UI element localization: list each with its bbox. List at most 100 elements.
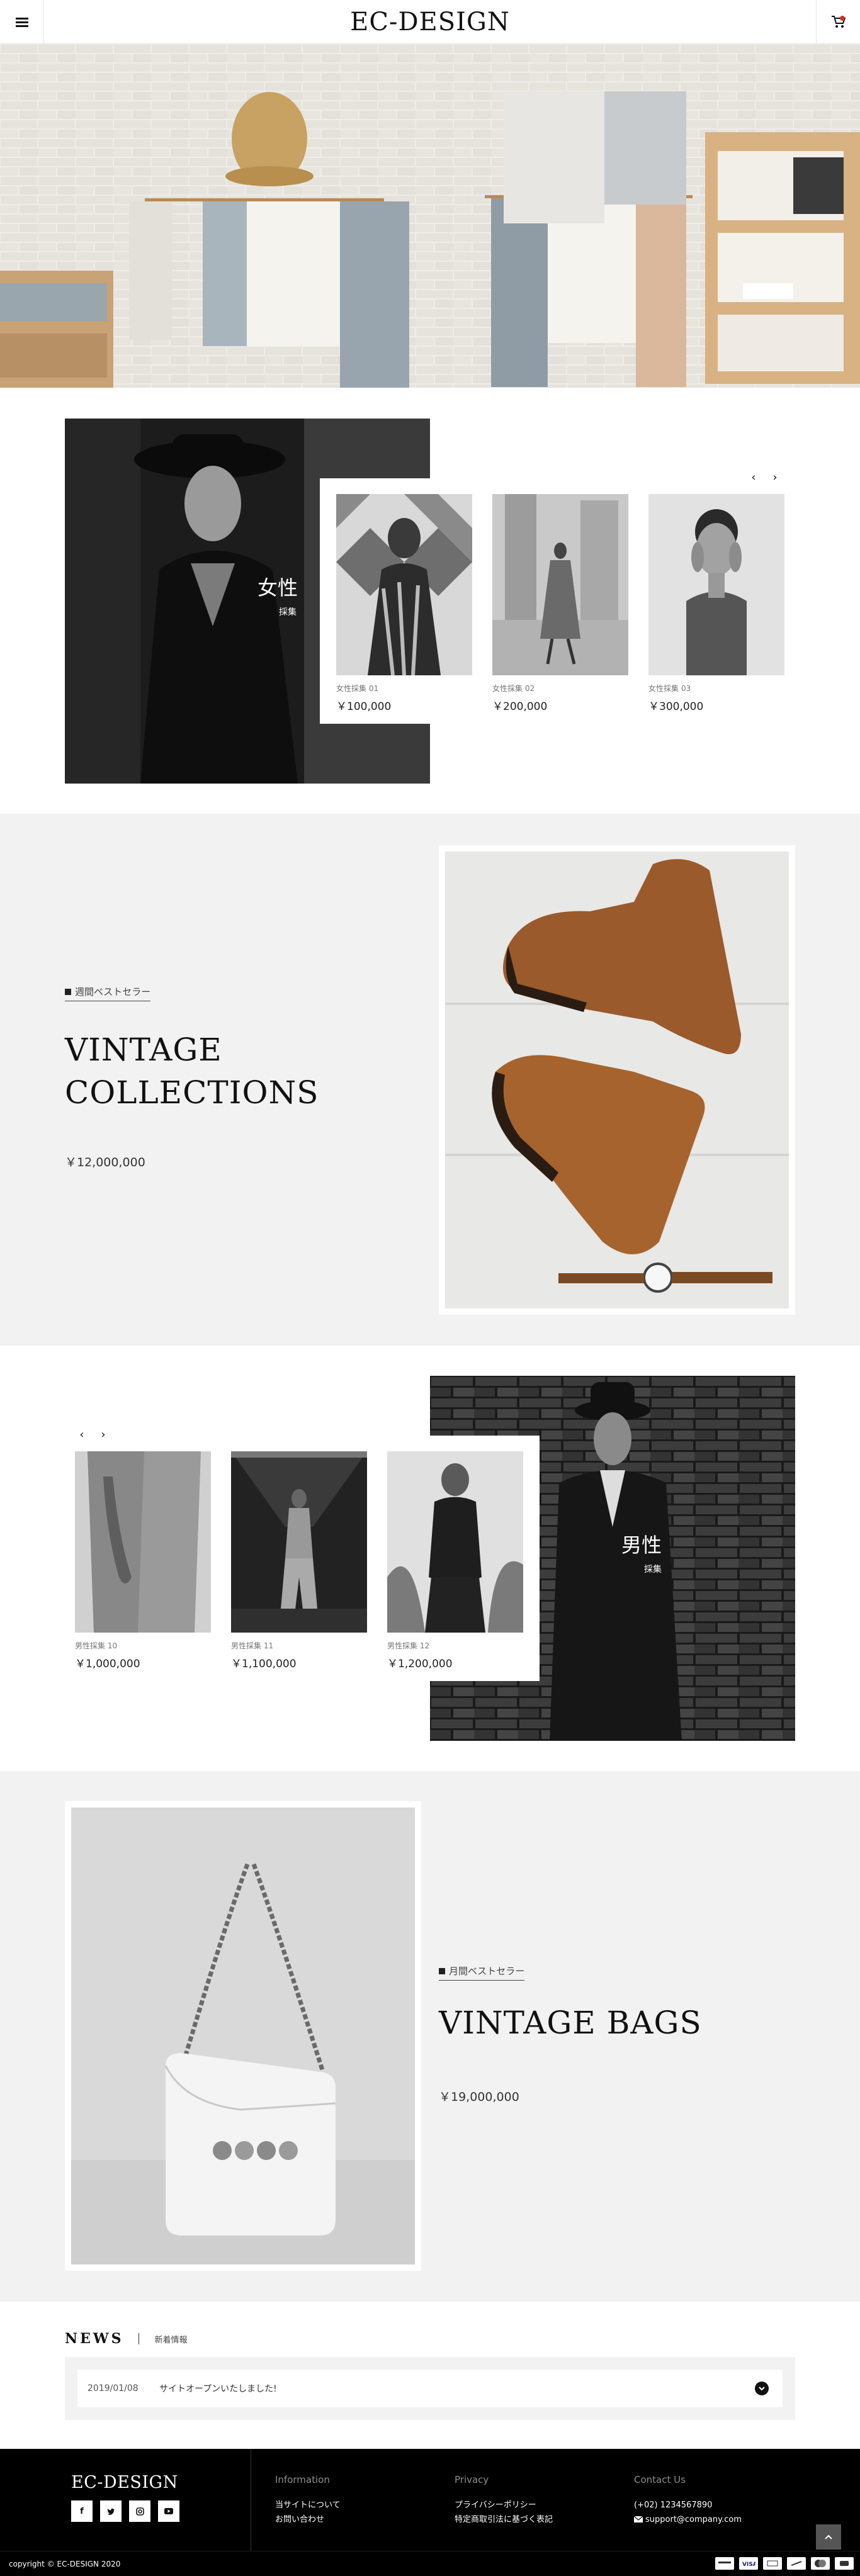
youtube-icon[interactable] bbox=[158, 2500, 179, 2522]
facebook-icon[interactable]: f bbox=[71, 2500, 93, 2522]
instagram-icon[interactable] bbox=[129, 2500, 150, 2522]
news-title: NEWS bbox=[65, 2331, 124, 2347]
card-icon bbox=[715, 2557, 734, 2570]
product-name: 女性採集 01 bbox=[336, 684, 379, 693]
feature-title-line1: VINTAGE bbox=[65, 1032, 222, 1068]
monthly-kicker: 月間ベストセラー bbox=[439, 1964, 525, 1981]
page-top-button[interactable] bbox=[816, 2524, 841, 2550]
product-card[interactable]: 女性採集 01 ￥100,000 bbox=[336, 494, 472, 713]
card-icon bbox=[835, 2557, 854, 2570]
men-category-title: 男性 bbox=[621, 1533, 662, 1557]
copyright-text: copyright © EC-DESIGN 2020 bbox=[9, 2560, 121, 2568]
next-arrow-icon[interactable]: › bbox=[98, 1428, 108, 1441]
card-icon bbox=[763, 2557, 782, 2570]
footer-privacy-heading: Privacy bbox=[455, 2474, 489, 2485]
footer-link-contact[interactable]: お問い合わせ bbox=[275, 2512, 341, 2527]
mail-icon bbox=[633, 2516, 643, 2523]
feature2-title: VINTAGE BAGS bbox=[439, 2005, 702, 2041]
square-icon bbox=[65, 989, 71, 995]
boots-image-frame[interactable] bbox=[439, 845, 795, 1315]
cart-icon bbox=[831, 16, 846, 28]
hero-image bbox=[0, 44, 860, 388]
product-image[interactable] bbox=[387, 1451, 523, 1633]
men-product-slider: ‹ › 男性採集 10 ￥1,000,000 男性採集 11 ￥1,100,00… bbox=[65, 1428, 540, 1681]
copyright-bar: copyright © EC-DESIGN 2020 VISA bbox=[0, 2551, 860, 2576]
visa-icon: VISA bbox=[739, 2557, 758, 2570]
footer-logo[interactable]: EC-DESIGN bbox=[71, 2473, 178, 2492]
footer-phone-text: (+02) 1234567890 bbox=[634, 2500, 713, 2510]
boots-image[interactable] bbox=[445, 852, 789, 1308]
next-arrow-icon[interactable]: › bbox=[770, 471, 780, 484]
product-price: ￥1,200,000 bbox=[387, 1658, 453, 1670]
square-icon bbox=[439, 1968, 445, 1974]
feature2-price: ￥19,000,000 bbox=[439, 2090, 519, 2104]
social-links: f bbox=[71, 2500, 179, 2522]
product-image[interactable] bbox=[648, 494, 784, 675]
product-image[interactable] bbox=[336, 494, 472, 675]
feature-title-line2: COLLECTIONS bbox=[65, 1074, 319, 1111]
footer-link-privacy-policy[interactable]: プライバシーポリシー bbox=[455, 2498, 553, 2512]
card-icon bbox=[787, 2557, 806, 2570]
product-name: 男性採集 11 bbox=[231, 1641, 274, 1650]
men-category-subtitle: 採集 bbox=[644, 1565, 662, 1575]
product-card[interactable]: 男性採集 12 ￥1,200,000 bbox=[387, 1451, 523, 1670]
product-name: 女性採集 03 bbox=[648, 684, 691, 693]
footer-privacy: Privacy プライバシーポリシー 特定商取引法に基づく表記 bbox=[455, 2474, 553, 2527]
news-item[interactable]: 2019/01/08 サイトオープンいたしました! bbox=[77, 2370, 783, 2407]
chevron-up-icon bbox=[825, 2534, 832, 2539]
bag-image[interactable] bbox=[71, 1808, 415, 2264]
site-logo[interactable]: EC-DESIGN bbox=[0, 8, 860, 37]
footer-email[interactable]: support@company.com bbox=[633, 2512, 742, 2527]
product-name: 男性採集 10 bbox=[75, 1641, 118, 1650]
weekly-kicker: 週間ベストセラー bbox=[65, 985, 151, 1001]
product-price: ￥1,000,000 bbox=[75, 1658, 140, 1670]
footer-contact: Contact Us (+02) 1234567890 support@comp… bbox=[633, 2474, 742, 2527]
product-name: 女性採集 02 bbox=[492, 684, 535, 693]
women-category-title: 女性 bbox=[257, 576, 298, 600]
weekly-kicker-text: 週間ベストセラー bbox=[75, 986, 151, 998]
weekly-bestseller-section: 週間ベストセラー VINTAGE COLLECTIONS ￥12,000,000 bbox=[0, 814, 860, 1346]
site-footer: EC-DESIGN f Information 当サイトについて お問い合わせ … bbox=[0, 2449, 860, 2551]
footer-contact-heading: Contact Us bbox=[634, 2474, 686, 2485]
payment-methods: VISA bbox=[715, 2557, 854, 2570]
footer-information: Information 当サイトについて お問い合わせ bbox=[275, 2474, 341, 2527]
product-price: ￥200,000 bbox=[492, 700, 548, 713]
bag-image-frame[interactable] bbox=[65, 1801, 421, 2271]
product-card[interactable]: 男性採集 11 ￥1,100,000 bbox=[231, 1451, 367, 1670]
cart-button[interactable] bbox=[816, 0, 860, 44]
monthly-bestseller-section: 月間ベストセラー VINTAGE BAGS ￥19,000,000 bbox=[0, 1771, 860, 2302]
news-subtitle: 新着情報 bbox=[154, 2335, 188, 2345]
footer-link-legal[interactable]: 特定商取引法に基づく表記 bbox=[455, 2512, 553, 2527]
women-product-slider: ‹ › 女性採集 01 ￥100,000 女性採集 02 ￥200,000 女性… bbox=[320, 471, 792, 724]
product-card[interactable]: 男性採集 10 ￥1,000,000 bbox=[75, 1451, 211, 1670]
product-image[interactable] bbox=[231, 1451, 367, 1633]
twitter-icon[interactable] bbox=[100, 2500, 122, 2522]
site-header: EC-DESIGN bbox=[0, 0, 860, 44]
mastercard-icon bbox=[811, 2557, 830, 2570]
news-date: 2019/01/08 bbox=[88, 2383, 139, 2393]
product-price: ￥1,100,000 bbox=[231, 1658, 297, 1670]
footer-phone[interactable]: (+02) 1234567890 bbox=[634, 2498, 742, 2512]
product-card[interactable]: 女性採集 03 ￥300,000 bbox=[648, 494, 784, 713]
women-slider-arrows: ‹ › bbox=[749, 471, 780, 484]
prev-arrow-icon[interactable]: ‹ bbox=[749, 471, 759, 484]
product-price: ￥300,000 bbox=[648, 700, 704, 713]
product-card[interactable]: 女性採集 02 ￥200,000 bbox=[492, 494, 628, 713]
product-image[interactable] bbox=[75, 1451, 211, 1633]
feature-title: VINTAGE COLLECTIONS bbox=[65, 1028, 319, 1114]
footer-email-text: support@company.com bbox=[645, 2515, 742, 2524]
women-category-subtitle: 採集 bbox=[279, 607, 297, 617]
product-name: 男性採集 12 bbox=[387, 1641, 430, 1650]
men-slider-arrows: ‹ › bbox=[77, 1428, 108, 1441]
chevron-down-icon[interactable] bbox=[755, 2382, 769, 2395]
footer-link-about[interactable]: 当サイトについて bbox=[275, 2498, 341, 2512]
product-image[interactable] bbox=[492, 494, 628, 675]
news-text: サイトオープンいたしました! bbox=[159, 2384, 277, 2394]
product-price: ￥100,000 bbox=[336, 700, 392, 713]
news-list: 2019/01/08 サイトオープンいたしました! bbox=[65, 2357, 795, 2420]
news-header: NEWS 新着情報 bbox=[65, 2331, 188, 2347]
monthly-kicker-text: 月間ベストセラー bbox=[449, 1966, 525, 1977]
svg-text:VISA: VISA bbox=[742, 2562, 755, 2567]
footer-information-heading: Information bbox=[275, 2474, 330, 2485]
prev-arrow-icon[interactable]: ‹ bbox=[77, 1428, 87, 1441]
